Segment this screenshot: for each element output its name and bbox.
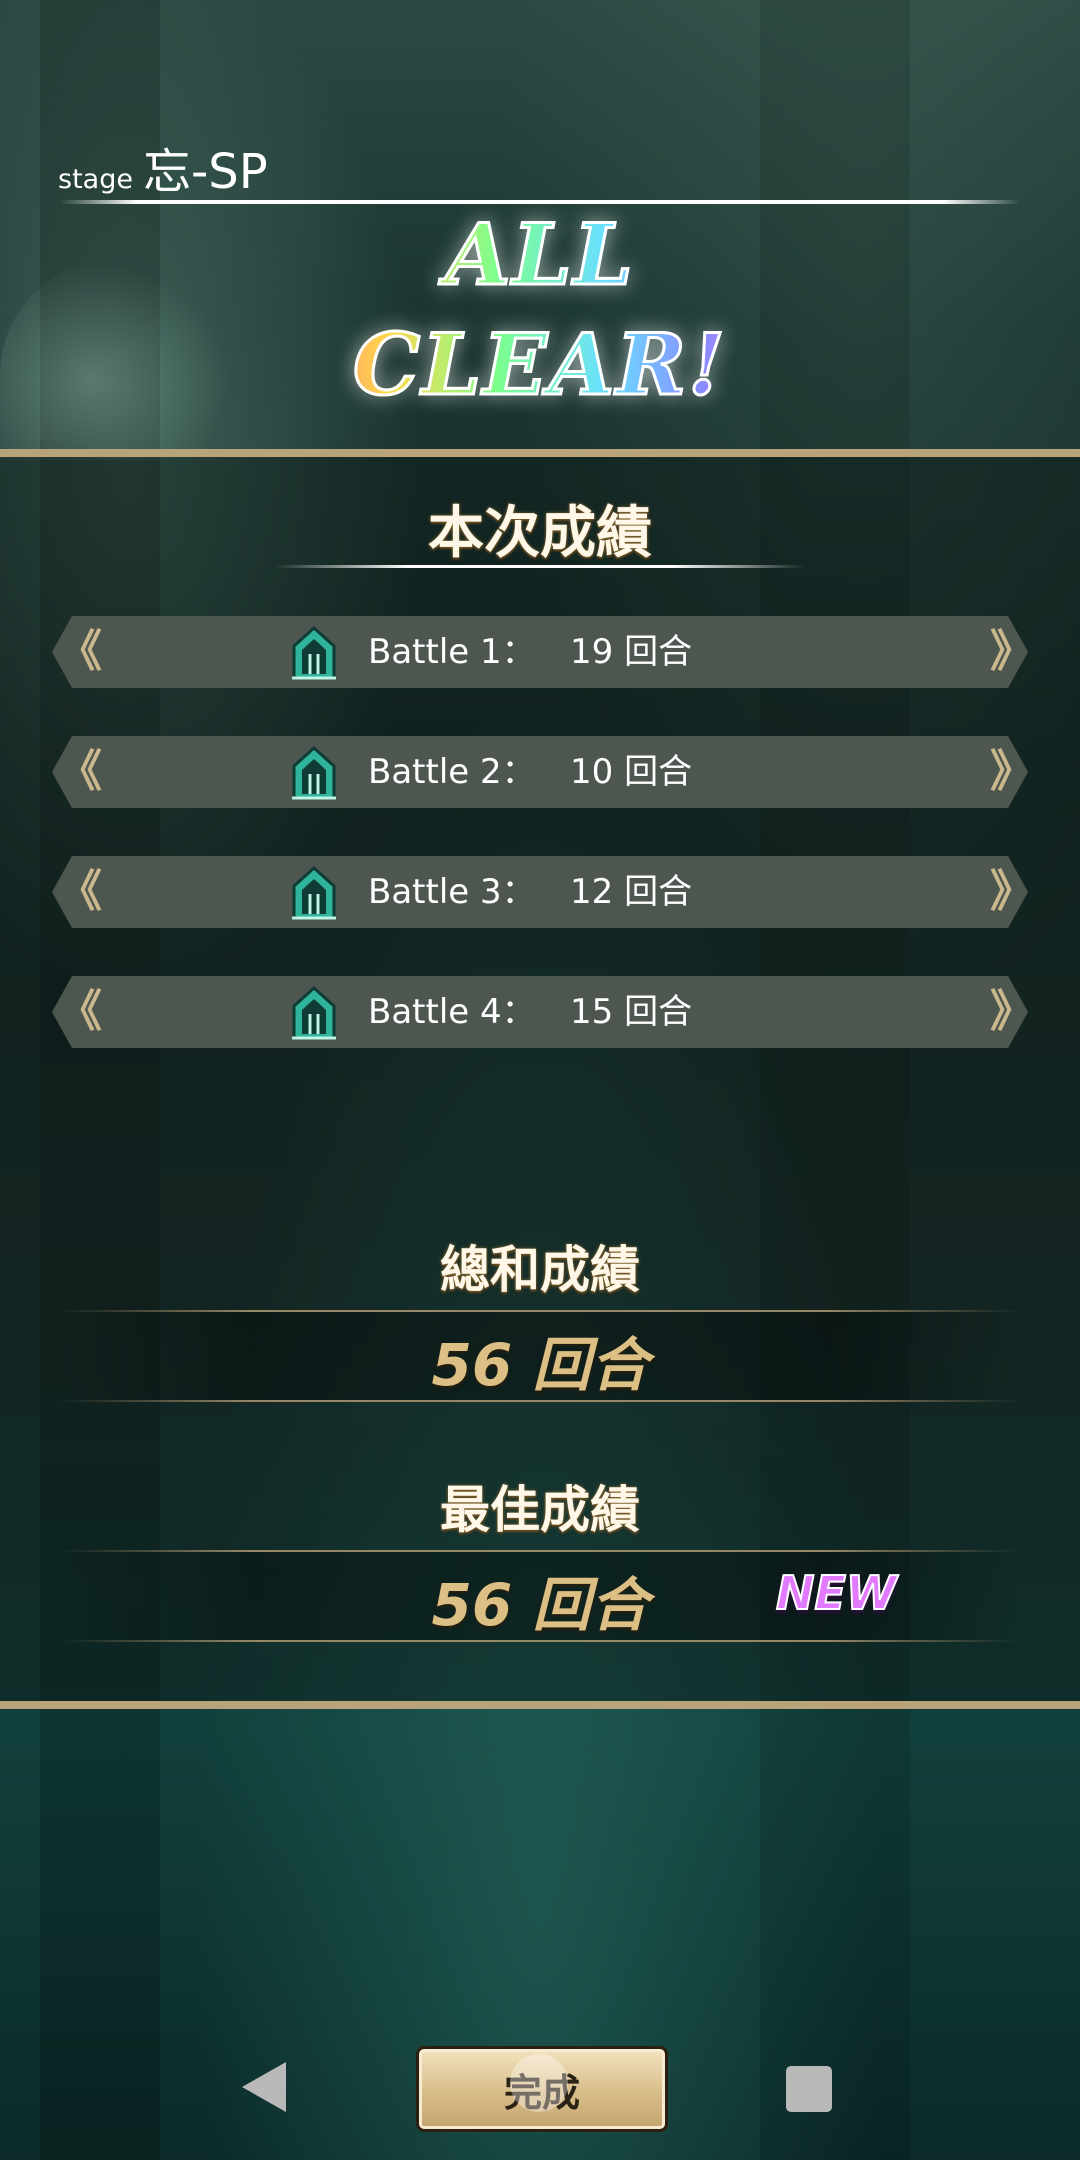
current-results-divider [275, 565, 805, 568]
total-results-title: 總和成績 [440, 1241, 640, 1299]
best-results-title: 最佳成績 [440, 1481, 640, 1539]
double-chevron-right-icon: 》 [990, 626, 1034, 677]
battle-row-bg [52, 856, 1028, 928]
new-record-badge: NEW [775, 1565, 898, 1621]
double-chevron-left-icon: 《 [58, 746, 102, 797]
double-chevron-right-icon: 》 [990, 866, 1034, 917]
panel-top-border [0, 449, 1080, 457]
double-chevron-left-icon: 《 [58, 986, 102, 1037]
background-arch-light [0, 260, 230, 460]
battle-row: 《 Battle 1： 19 回合 》 [0, 616, 1080, 688]
all-clear-banner: ALL CLEAR! [270, 200, 810, 420]
double-chevron-left-icon: 《 [58, 626, 102, 677]
battle-turns: 10 回合 [570, 752, 693, 792]
battle-row-bg [52, 616, 1028, 688]
battle-turns: 19 回合 [570, 632, 693, 672]
touch-indicator [510, 2054, 568, 2112]
total-score-value: 56 回合 [431, 1331, 649, 1399]
gate-icon [292, 625, 336, 680]
battle-label: Battle 2： [368, 752, 536, 792]
gate-icon [292, 985, 336, 1040]
double-chevron-right-icon: 》 [990, 986, 1034, 1037]
gate-icon [292, 865, 336, 920]
battle-turns: 15 回合 [570, 992, 693, 1032]
stage-title: stage 忘-SP [58, 132, 268, 202]
gate-icon [292, 745, 336, 800]
battle-turns: 12 回合 [570, 872, 693, 912]
double-chevron-right-icon: 》 [990, 746, 1034, 797]
battle-row-bg [52, 976, 1028, 1048]
current-results-title: 本次成績 [428, 501, 652, 566]
battle-row: 《 Battle 2： 10 回合 》 [0, 736, 1080, 808]
battle-label: Battle 3： [368, 872, 536, 912]
stage-prefix: stage [58, 164, 133, 195]
triangle-back-icon[interactable] [242, 2062, 286, 2112]
double-chevron-left-icon: 《 [58, 866, 102, 917]
best-score-value: 56 回合 [431, 1571, 649, 1639]
battle-row: 《 Battle 3： 12 回合 》 [0, 856, 1080, 928]
stage-name: 忘-SP [142, 144, 268, 200]
battle-row-bg [52, 736, 1028, 808]
panel-bottom-border [0, 1701, 1080, 1709]
battle-label: Battle 1： [368, 632, 536, 672]
square-recent-icon[interactable] [786, 2066, 832, 2112]
battle-label: Battle 4： [368, 992, 536, 1032]
battle-row: 《 Battle 4： 15 回合 》 [0, 976, 1080, 1048]
